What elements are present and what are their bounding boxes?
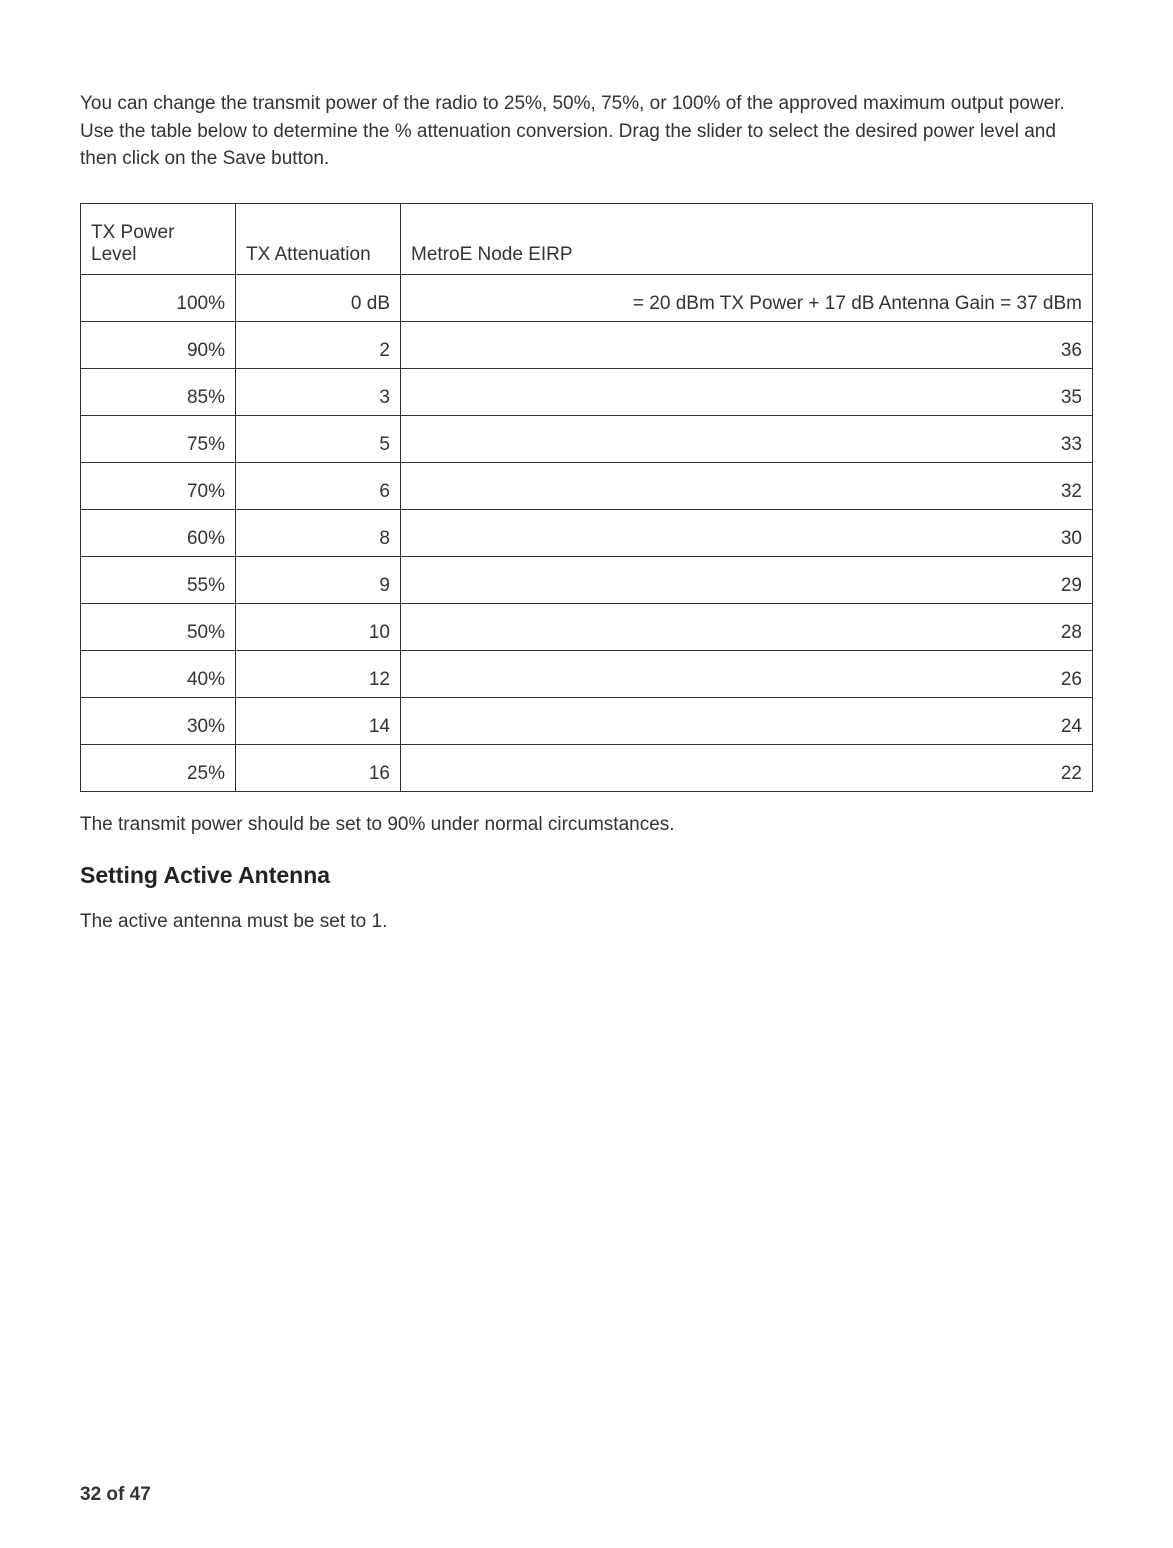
cell-eirp: 36 [401, 321, 1093, 368]
cell-tx-attenuation: 5 [236, 415, 401, 462]
cell-eirp: 30 [401, 509, 1093, 556]
cell-tx-power: 40% [81, 650, 236, 697]
cell-tx-attenuation: 14 [236, 697, 401, 744]
cell-eirp: 28 [401, 603, 1093, 650]
cell-tx-attenuation: 16 [236, 744, 401, 791]
cell-tx-attenuation: 0 dB [236, 274, 401, 321]
table-row: 25%1622 [81, 744, 1093, 791]
section-heading: Setting Active Antenna [80, 862, 1093, 889]
page-footer: 32 of 47 [80, 1484, 151, 1506]
header-tx-attenuation: TX Attenuation [236, 203, 401, 274]
cell-tx-power: 100% [81, 274, 236, 321]
cell-eirp: 26 [401, 650, 1093, 697]
cell-tx-power: 50% [81, 603, 236, 650]
header-eirp: MetroE Node EIRP [401, 203, 1093, 274]
cell-tx-power: 55% [81, 556, 236, 603]
after-table-note: The transmit power should be set to 90% … [80, 814, 1093, 836]
cell-tx-power: 75% [81, 415, 236, 462]
cell-tx-attenuation: 6 [236, 462, 401, 509]
power-table: TX Power Level TX Attenuation MetroE Nod… [80, 203, 1093, 792]
cell-eirp: 24 [401, 697, 1093, 744]
cell-tx-attenuation: 12 [236, 650, 401, 697]
cell-eirp: 32 [401, 462, 1093, 509]
cell-eirp: = 20 dBm TX Power + 17 dB Antenna Gain =… [401, 274, 1093, 321]
table-row: 75%533 [81, 415, 1093, 462]
cell-tx-power: 30% [81, 697, 236, 744]
table-row: 85%335 [81, 368, 1093, 415]
table-header-row: TX Power Level TX Attenuation MetroE Nod… [81, 203, 1093, 274]
cell-tx-power: 70% [81, 462, 236, 509]
cell-tx-attenuation: 9 [236, 556, 401, 603]
table-row: 60%830 [81, 509, 1093, 556]
table-row: 100%0 dB= 20 dBm TX Power + 17 dB Antenn… [81, 274, 1093, 321]
table-row: 40%1226 [81, 650, 1093, 697]
cell-eirp: 22 [401, 744, 1093, 791]
cell-tx-power: 25% [81, 744, 236, 791]
table-row: 70%632 [81, 462, 1093, 509]
cell-tx-power: 85% [81, 368, 236, 415]
table-row: 50%1028 [81, 603, 1093, 650]
cell-eirp: 29 [401, 556, 1093, 603]
cell-tx-attenuation: 10 [236, 603, 401, 650]
cell-tx-power: 90% [81, 321, 236, 368]
cell-eirp: 33 [401, 415, 1093, 462]
table-row: 30%1424 [81, 697, 1093, 744]
header-tx-power: TX Power Level [81, 203, 236, 274]
intro-paragraph: You can change the transmit power of the… [80, 90, 1093, 173]
cell-tx-attenuation: 8 [236, 509, 401, 556]
antenna-paragraph: The active antenna must be set to 1. [80, 911, 1093, 933]
cell-tx-attenuation: 3 [236, 368, 401, 415]
cell-tx-attenuation: 2 [236, 321, 401, 368]
table-row: 55%929 [81, 556, 1093, 603]
cell-tx-power: 60% [81, 509, 236, 556]
cell-eirp: 35 [401, 368, 1093, 415]
table-row: 90%236 [81, 321, 1093, 368]
